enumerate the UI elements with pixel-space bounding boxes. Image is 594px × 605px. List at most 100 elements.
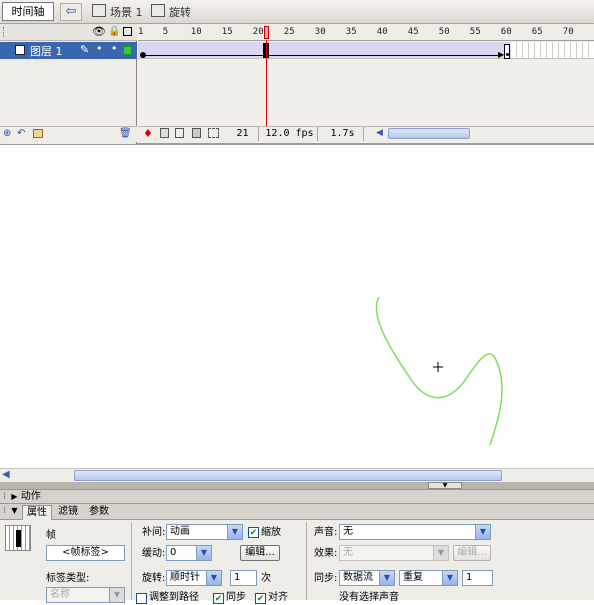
ease-input[interactable]: 0 ▼ — [166, 545, 212, 561]
registration-cross — [433, 362, 443, 372]
effect-select[interactable]: 无 ▼ — [339, 545, 449, 561]
tween-value: 动画 — [170, 526, 190, 537]
ruler-tick-50: 50 — [438, 27, 450, 37]
delete-layer-icon[interactable]: 🗑 — [119, 128, 132, 139]
playhead[interactable] — [264, 26, 269, 39]
scale-label: 缩放 — [261, 527, 281, 538]
sync-value: 数据流 — [343, 572, 373, 583]
rotate-value: 顺时针 — [170, 572, 200, 583]
dropdown-arrow-icon: ▼ — [206, 571, 221, 585]
add-motion-guide-icon[interactable]: ↶ — [17, 128, 25, 139]
repeat-count-input[interactable]: 1 — [462, 570, 493, 586]
ease-label: 缓动: — [142, 548, 166, 559]
sync-label: 同步: — [314, 573, 338, 584]
layer-name[interactable]: 图层 1 — [30, 43, 63, 59]
start-keyframe[interactable] — [140, 52, 146, 58]
sync-select[interactable]: 数据流 ▼ — [339, 570, 395, 586]
frame-ruler[interactable] — [138, 24, 594, 41]
label-type-value: 名称 — [50, 589, 70, 600]
insert-layer-icon[interactable]: ⊕ — [3, 128, 11, 139]
tab-filters[interactable]: 滤镜 — [54, 505, 82, 520]
panel-collapse-bar[interactable]: ▼ — [0, 482, 594, 489]
timeline-toggle-button[interactable]: 时间轴 — [2, 2, 54, 21]
tween-select[interactable]: 动画 ▼ — [166, 524, 243, 540]
edit-bar — [0, 0, 594, 24]
lock-dot[interactable]: • — [111, 42, 118, 55]
no-sound-text: 没有选择声音 — [339, 592, 399, 603]
tab-properties[interactable]: 属性 — [22, 505, 52, 520]
grip-icon: ⁞ — [3, 491, 7, 502]
effect-edit-button[interactable]: 编辑... — [453, 545, 491, 561]
ruler-tick-30: 30 — [314, 27, 326, 37]
layer-row[interactable]: 图层 1 ✎ • • — [0, 42, 137, 59]
motion-path — [375, 296, 503, 446]
ruler-tick-35: 35 — [345, 27, 357, 37]
onion-outline-icon[interactable] — [175, 128, 184, 138]
dropdown-arrow-icon: ▼ — [196, 546, 211, 560]
onion-markers-icon[interactable] — [208, 128, 219, 138]
frame-type-icon — [5, 525, 31, 551]
collapse-arrow-icon[interactable]: ▼ — [428, 482, 462, 489]
label-type-label: 标签类型: — [46, 573, 90, 584]
actions-panel-bar[interactable]: ⁞ ▶ 动作 — [0, 489, 594, 504]
rotate-select[interactable]: 顺时针 ▼ — [166, 570, 222, 586]
snap-label: 对齐 — [268, 592, 288, 603]
effect-label: 效果: — [314, 548, 338, 559]
ease-value: 0 — [170, 547, 177, 558]
stage[interactable] — [0, 146, 594, 468]
grip-icon: ⁞ — [3, 505, 7, 516]
frame-name-input[interactable]: <帧标签> — [46, 545, 125, 561]
scene-icon — [92, 4, 106, 17]
orient-to-path-label: 调整到路径 — [149, 592, 199, 603]
times-unit: 次 — [261, 573, 271, 584]
collapse-arrow-icon[interactable]: ▼ — [11, 506, 17, 515]
lock-icon[interactable]: 🔒 — [108, 26, 120, 37]
ruler-tick-45: 45 — [407, 27, 419, 37]
empty-frames[interactable] — [511, 42, 594, 59]
end-keyframe[interactable] — [504, 44, 510, 59]
stage-scroll-thumb[interactable] — [74, 470, 502, 481]
symbol-icon — [151, 4, 165, 17]
orient-to-path-checkbox[interactable] — [136, 593, 147, 604]
ruler-tick-25: 25 — [283, 27, 295, 37]
expand-arrow-icon[interactable]: ▶ — [11, 492, 17, 501]
ruler-tick-10: 10 — [190, 27, 202, 37]
breadcrumb-symbol[interactable]: 旋转 — [151, 4, 191, 20]
center-frame-icon[interactable]: ♦ — [143, 127, 153, 140]
rotate-times-input[interactable]: 1 — [230, 570, 257, 586]
outline-icon[interactable] — [123, 27, 132, 36]
ruler-tick-55: 55 — [469, 27, 481, 37]
back-arrow-icon[interactable]: ⇦ — [60, 3, 82, 21]
timeline-status-bar — [138, 126, 594, 142]
ease-edit-button[interactable]: 编辑... — [240, 545, 280, 561]
frame-label: 帧 — [46, 530, 56, 541]
scroll-left-icon[interactable]: ◀ — [2, 469, 10, 480]
outline-color-swatch[interactable] — [123, 46, 132, 55]
actions-title[interactable]: 动作 — [21, 491, 41, 502]
insert-folder-icon[interactable] — [33, 129, 43, 138]
ruler-tick-5: 5 — [162, 27, 169, 37]
scroll-left-icon[interactable]: ◀ — [376, 128, 383, 138]
snap-checkbox[interactable]: ✔ — [255, 593, 266, 604]
sound-select[interactable]: 无 ▼ — [339, 524, 491, 540]
ruler-tick-40: 40 — [376, 27, 388, 37]
breadcrumb-scene[interactable]: 场景 1 — [92, 4, 143, 20]
divider — [306, 522, 307, 600]
visible-dot[interactable]: • — [96, 42, 103, 55]
repeat-select[interactable]: 重复 ▼ — [399, 570, 458, 586]
timeline-scroll-thumb[interactable] — [388, 128, 470, 139]
label-type-select[interactable]: 名称 ▼ — [46, 587, 125, 603]
frame-rate-readout[interactable]: 12.0 fps — [262, 127, 318, 141]
sync-checkbox[interactable]: ✔ — [213, 593, 224, 604]
dropdown-arrow-icon: ▼ — [442, 571, 457, 585]
ruler-tick-70: 70 — [562, 27, 574, 37]
scale-checkbox[interactable]: ✔ — [248, 527, 259, 538]
repeat-value: 重复 — [403, 572, 423, 583]
eye-icon[interactable]: 👁 — [92, 25, 106, 38]
tab-parameters[interactable]: 参数 — [85, 505, 113, 520]
layer-toolbar: ⊕ ↶ 🗑 — [0, 126, 137, 142]
symbol-label: 旋转 — [169, 6, 191, 19]
onion-skin-icon[interactable] — [160, 128, 169, 138]
edit-multiple-frames-icon[interactable] — [192, 128, 201, 138]
ruler-tick-65: 65 — [531, 27, 543, 37]
